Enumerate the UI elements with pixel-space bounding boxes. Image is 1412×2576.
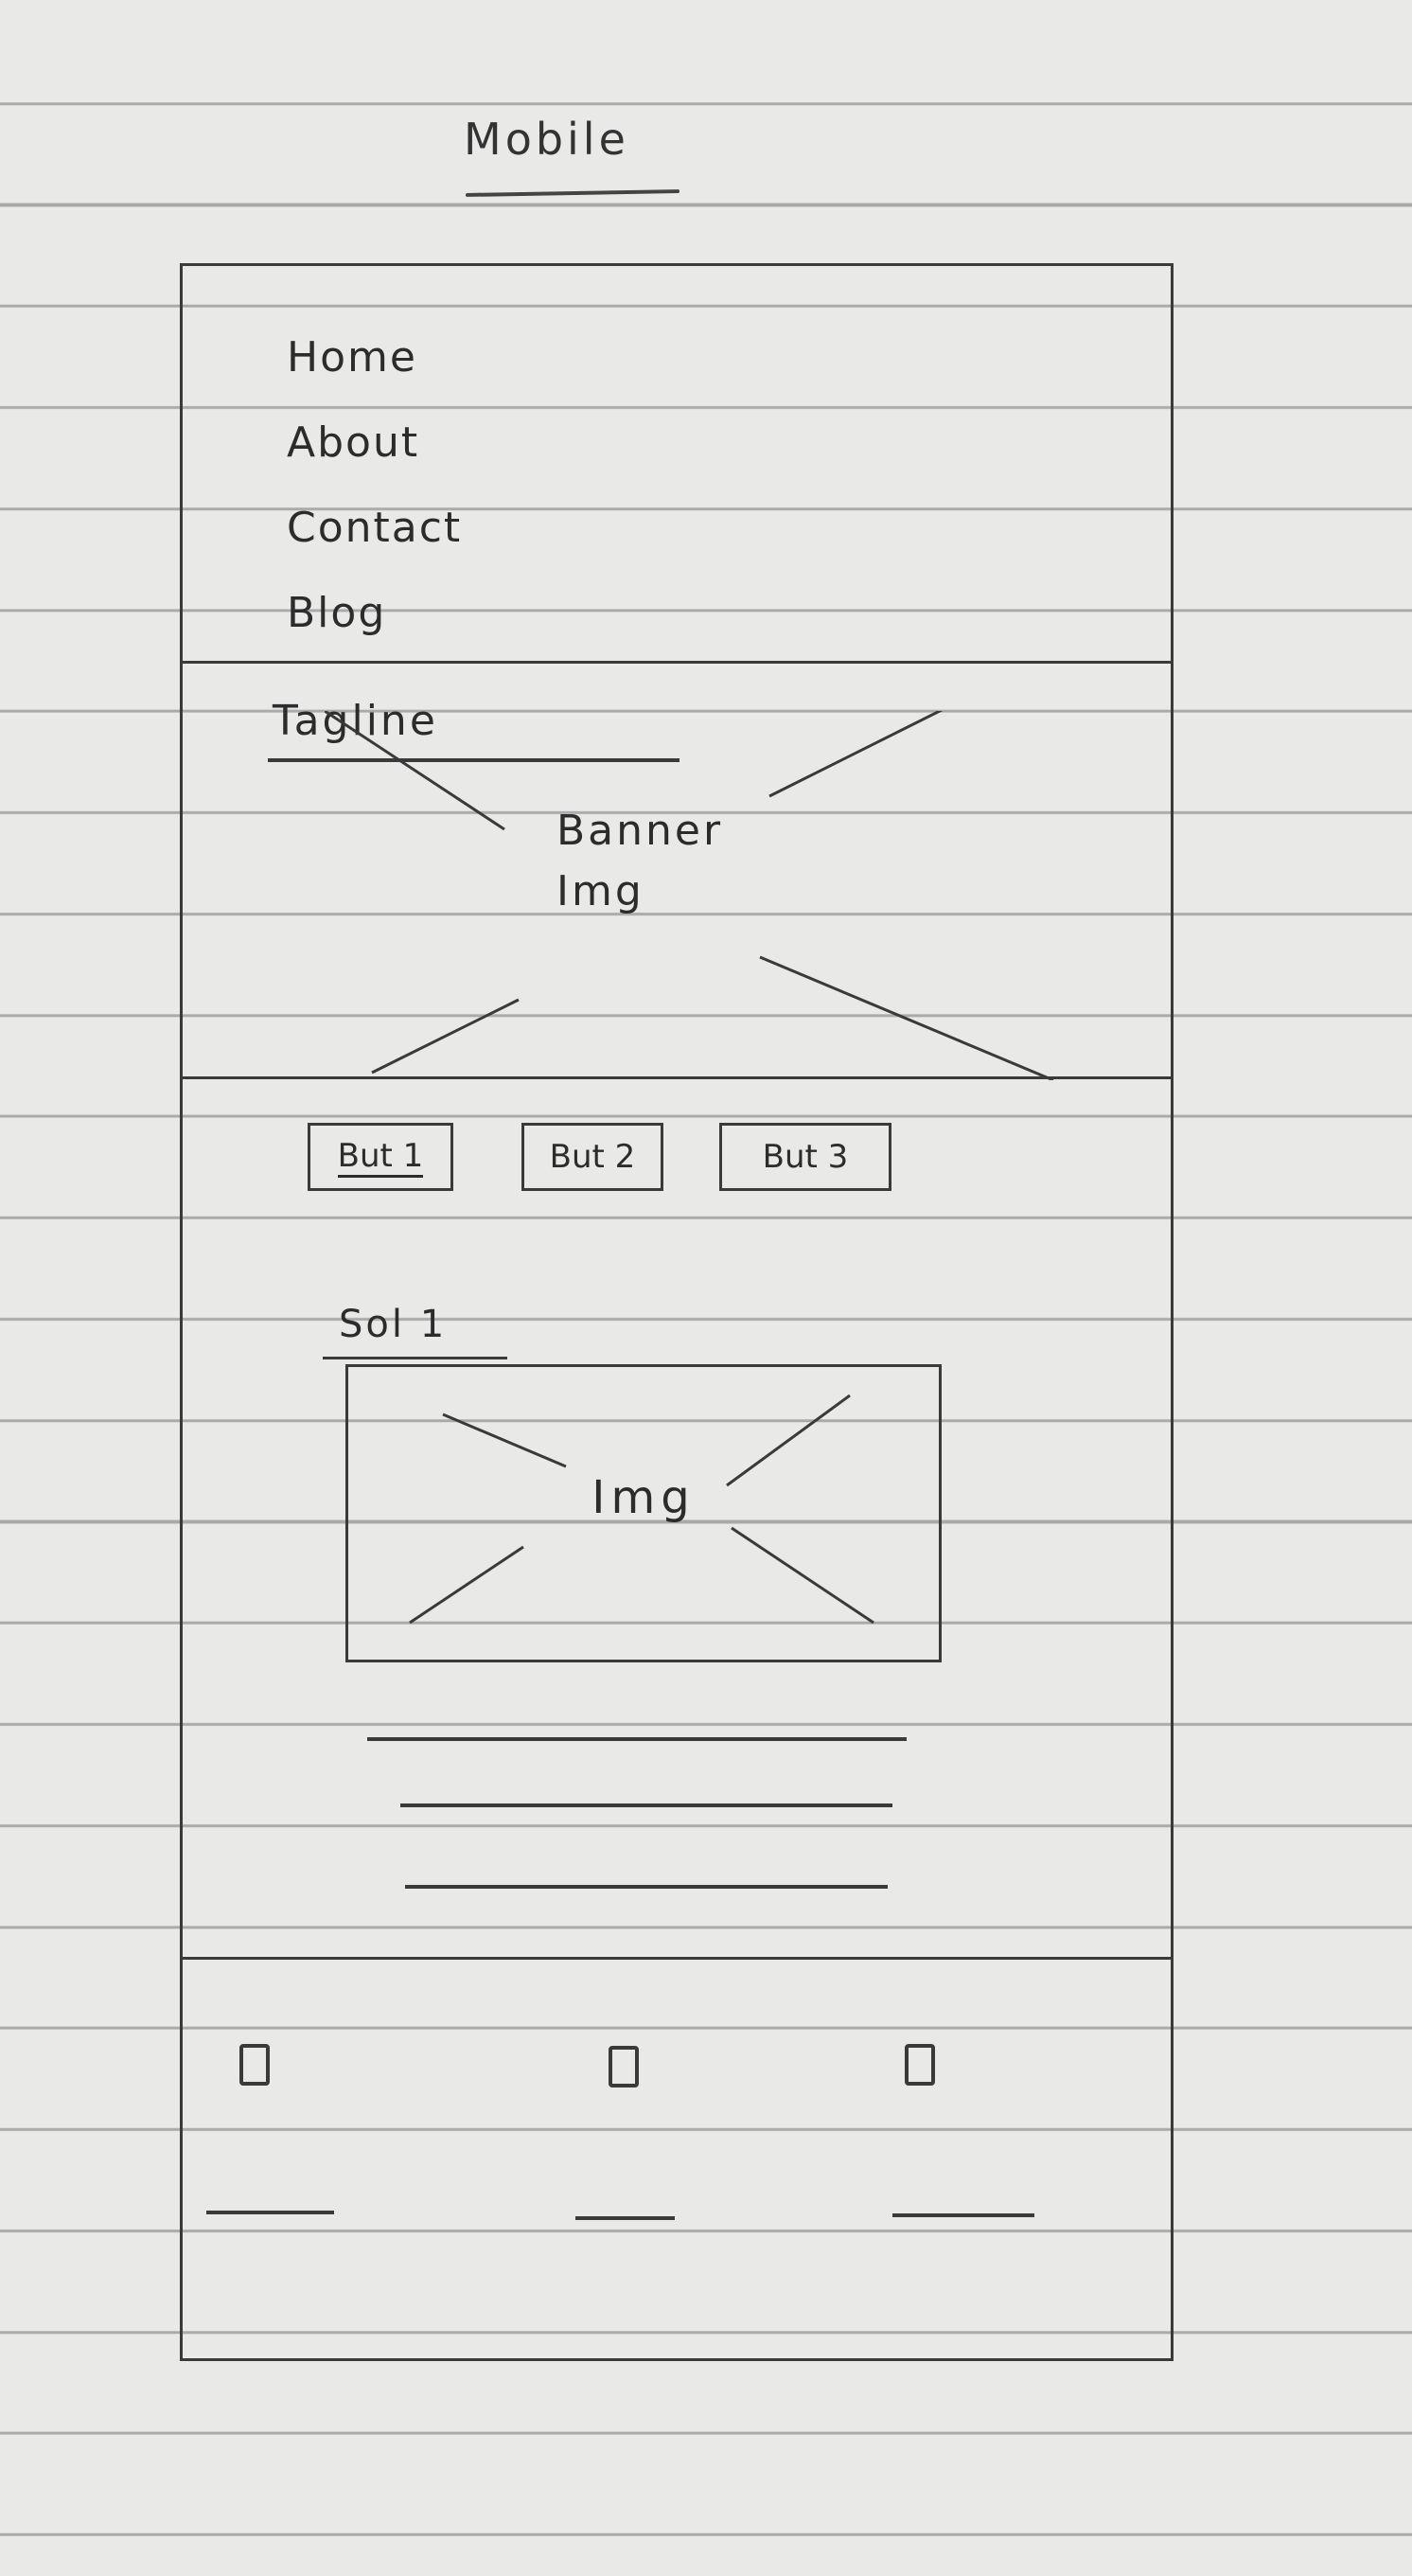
- tab-button-2[interactable]: But 2: [521, 1123, 663, 1191]
- nav-item-contact[interactable]: Contact: [287, 486, 462, 571]
- footer-icon-3[interactable]: [905, 2044, 935, 2086]
- footer-label-line: [892, 2213, 1034, 2217]
- hero-divider: [183, 1076, 1171, 1079]
- footer-divider: [183, 1957, 1171, 1960]
- content-image-placeholder: Img: [345, 1364, 942, 1662]
- section-heading: Sol 1: [339, 1303, 448, 1346]
- banner-label-line: Banner: [556, 807, 724, 855]
- banner-label: Banner Img: [556, 801, 784, 922]
- text-placeholder-line: [367, 1737, 907, 1741]
- text-placeholder-line: [405, 1885, 888, 1889]
- nav-item-home[interactable]: Home: [287, 315, 462, 400]
- banner-label-line: Img: [556, 867, 644, 915]
- footer-label-line: [575, 2216, 675, 2220]
- tab-button-label: But 2: [549, 1138, 636, 1176]
- tab-button-3[interactable]: But 3: [719, 1123, 891, 1191]
- banner-cross-line: [371, 998, 520, 1075]
- image-cross-line: [409, 1545, 524, 1625]
- nav-divider: [183, 661, 1171, 664]
- nav-item-about[interactable]: About: [287, 400, 462, 486]
- banner-cross-line: [768, 711, 944, 798]
- page-title: Mobile: [464, 114, 629, 165]
- text-placeholder-line: [400, 1803, 892, 1807]
- footer-icon-2[interactable]: [609, 2046, 639, 2087]
- image-cross-line: [731, 1526, 874, 1625]
- banner-cross-line: [325, 711, 505, 831]
- nav-menu: Home About Contact Blog: [287, 315, 462, 656]
- content-image-label: Img: [591, 1471, 696, 1524]
- nav-item-blog[interactable]: Blog: [287, 571, 462, 656]
- mobile-frame: Home About Contact Blog Tagline Banner I…: [180, 263, 1174, 2361]
- footer-label-line: [206, 2211, 334, 2214]
- footer-icon-1[interactable]: [239, 2044, 270, 2086]
- tab-button-label: But 3: [762, 1138, 849, 1176]
- banner-cross-line: [759, 955, 1054, 1080]
- tab-button-1[interactable]: But 1: [308, 1123, 453, 1191]
- section-heading-underline: [323, 1357, 507, 1359]
- image-cross-line: [442, 1412, 567, 1468]
- tab-button-label: But 1: [337, 1137, 424, 1178]
